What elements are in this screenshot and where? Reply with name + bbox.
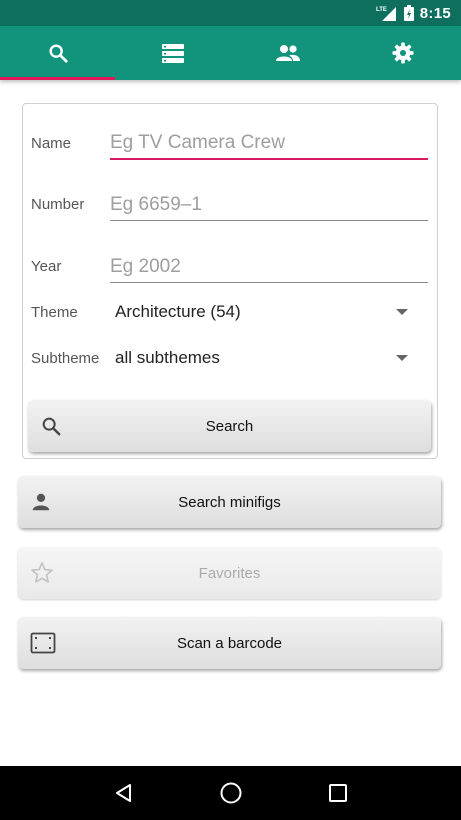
home-button[interactable]: [211, 773, 251, 813]
chevron-down-icon: [396, 355, 408, 361]
search-minifigs-button[interactable]: Search minifigs: [18, 476, 441, 528]
svg-text:LTE: LTE: [376, 7, 387, 13]
scan-barcode-button[interactable]: Scan a barcode: [18, 617, 441, 669]
number-field[interactable]: [110, 183, 428, 221]
tab-settings[interactable]: [346, 26, 461, 80]
status-bar: LTE 8:15: [0, 0, 461, 26]
year-row: Year: [31, 245, 428, 283]
number-label: Number: [31, 196, 85, 213]
number-input[interactable]: [110, 194, 428, 216]
search-icon: [40, 415, 62, 437]
recents-button[interactable]: [318, 773, 358, 813]
system-nav-bar: [0, 766, 461, 820]
tab-people[interactable]: [231, 26, 346, 80]
search-button[interactable]: Search: [28, 400, 431, 452]
scan-frame-icon: [30, 632, 56, 654]
star-icon: [30, 561, 54, 585]
list-icon: [161, 44, 184, 63]
back-triangle-icon: [115, 784, 131, 802]
name-label: Name: [31, 135, 72, 152]
favorites-button[interactable]: Favorites: [18, 547, 441, 599]
back-button[interactable]: [104, 773, 144, 813]
scan-barcode-label: Scan a barcode: [176, 634, 283, 652]
people-icon: [276, 45, 301, 61]
settings-icon: [392, 42, 414, 64]
favorites-label: Favorites: [198, 564, 261, 582]
name-input[interactable]: [110, 132, 428, 154]
subtheme-value: all subthemes: [115, 348, 220, 367]
home-circle-icon: [220, 782, 241, 804]
theme-value: Architecture (54): [115, 302, 241, 321]
subtheme-select[interactable]: Subtheme all subthemes: [31, 343, 428, 373]
recents-square-icon: [328, 784, 347, 802]
name-field[interactable]: [110, 122, 428, 160]
chevron-down-icon: [396, 309, 408, 315]
tab-selected-indicator: [0, 77, 115, 80]
search-icon: [49, 44, 68, 63]
status-icons: LTE 8:15: [376, 3, 451, 23]
tab-list[interactable]: [115, 26, 230, 80]
tab-bar: [0, 26, 461, 80]
number-row: Number: [31, 183, 428, 221]
year-input[interactable]: [110, 256, 428, 278]
search-button-label: Search: [205, 417, 254, 435]
search-minifigs-label: Search minifigs: [178, 493, 281, 511]
search-form-card: Name Number Year Theme Architecture (54)…: [22, 103, 438, 459]
theme-label: Theme: [31, 303, 78, 321]
theme-select[interactable]: Theme Architecture (54): [31, 297, 428, 327]
battery-icon: [403, 5, 414, 21]
tab-search[interactable]: [0, 26, 115, 80]
name-row: Name: [31, 122, 428, 160]
status-time: 8:15: [419, 4, 451, 22]
subtheme-label: Subtheme: [31, 349, 100, 367]
year-label: Year: [31, 258, 62, 275]
year-field[interactable]: [110, 245, 428, 283]
lte-signal-icon: LTE: [376, 7, 396, 21]
person-icon: [30, 491, 52, 513]
